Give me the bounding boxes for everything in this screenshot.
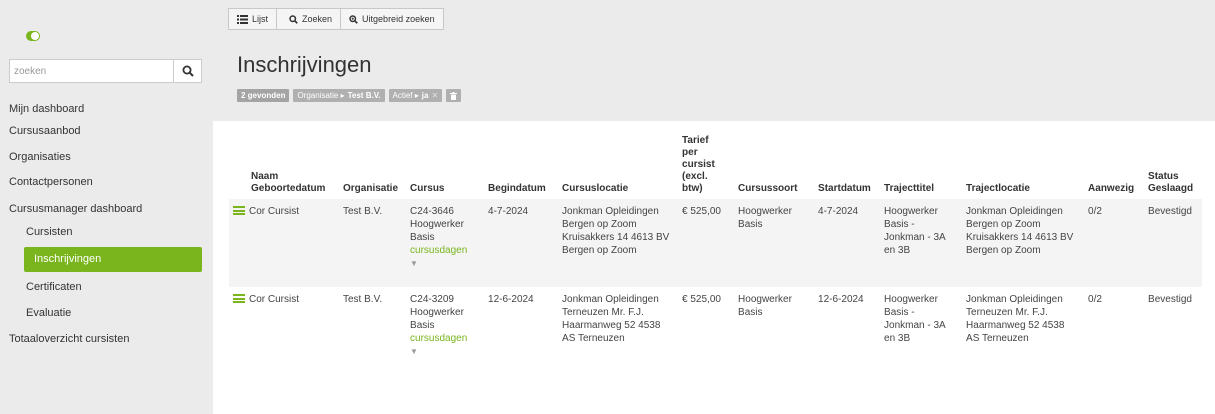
remove-filter-icon[interactable]: ✕ bbox=[431, 89, 438, 102]
status-cell: Bevestigd bbox=[1144, 199, 1203, 287]
caret-down-icon[interactable]: ▼ bbox=[410, 259, 418, 268]
sidebar-item-certificaten[interactable]: Certificaten bbox=[0, 275, 213, 300]
list-button[interactable]: Lijst bbox=[228, 8, 278, 30]
cursus-cell: C24-3209 Hoogwerker Basis cursusdagen ▼ bbox=[410, 294, 468, 356]
startdatum-cell: 4-7-2024 bbox=[814, 199, 881, 287]
sidebar-item-cursusmanager-dashboard[interactable]: Cursusmanager dashboard bbox=[0, 197, 213, 222]
cursuslocatie-cell: Jonkman Opleidingen Terneuzen Mr. F.J. H… bbox=[562, 294, 661, 344]
sidebar-item-cursusaanbod[interactable]: Cursusaanbod bbox=[0, 119, 213, 144]
sidebar-item-contactpersonen[interactable]: Contactpersonen bbox=[0, 170, 213, 195]
sidebar-nav: Mijn dashboard Cursusaanbod Organisaties… bbox=[0, 97, 213, 352]
cursussoort-cell: Hoogwerker Basis bbox=[734, 199, 815, 287]
col-cursus[interactable]: Cursus bbox=[406, 135, 484, 199]
caret-down-icon[interactable]: ▼ bbox=[410, 347, 418, 356]
sidebar-item-totaaloverzicht-cursisten[interactable]: Totaaloverzicht cursisten bbox=[0, 327, 213, 352]
sidebar-item-cursisten[interactable]: Cursisten bbox=[0, 220, 213, 245]
trajectlocatie-cell: Jonkman Opleidingen Bergen op Zoom Kruis… bbox=[962, 199, 1085, 287]
col-naam[interactable]: Naam Geboortedatum bbox=[229, 135, 339, 199]
col-aanwezig[interactable]: Aanwezig bbox=[1084, 135, 1144, 199]
col-tarief[interactable]: Tarief per cursist (excl. btw) bbox=[678, 135, 734, 199]
menu-icon[interactable] bbox=[233, 206, 245, 215]
aanwezig-cell: 0/2 bbox=[1088, 294, 1102, 305]
filter-organisatie[interactable]: Organisatie ▸ Test B.V. bbox=[293, 89, 385, 102]
filter-actief-key: Actief ▸ bbox=[392, 91, 419, 100]
cursusdagen-link[interactable]: cursusdagen bbox=[410, 333, 467, 344]
search-tab-button[interactable]: Zoeken bbox=[276, 8, 342, 30]
organisatie-cell: Test B.V. bbox=[343, 294, 383, 305]
sidebar-item-organisaties[interactable]: Organisaties bbox=[0, 145, 213, 170]
cursus-cell: C24-3646 Hoogwerker Basis cursusdagen ▼ bbox=[406, 199, 485, 287]
startdatum-cell: 12-6-2024 bbox=[818, 294, 864, 305]
trajecttitel-cell: Hoogwerker Basis - Jonkman - 3A en 3B bbox=[884, 294, 946, 344]
list-button-label: Lijst bbox=[252, 14, 269, 24]
naam-cell: Cor Cursist bbox=[249, 206, 300, 217]
toggle-icon[interactable] bbox=[26, 31, 40, 41]
col-cursuslocatie[interactable]: Cursuslocatie bbox=[558, 135, 678, 199]
col-status[interactable]: Status Geslaagd bbox=[1144, 135, 1202, 199]
begindatum-cell: 12-6-2024 bbox=[488, 294, 534, 305]
search-icon bbox=[289, 14, 298, 24]
sidebar-search bbox=[9, 59, 202, 83]
list-icon bbox=[237, 14, 248, 24]
enrollments-table: Naam Geboortedatum Organisatie Cursus Beg… bbox=[229, 135, 1203, 375]
col-organisatie[interactable]: Organisatie bbox=[339, 135, 406, 199]
cursuslocatie-cell: Jonkman Opleidingen Bergen op Zoom Kruis… bbox=[558, 199, 679, 287]
col-trajecttitel[interactable]: Trajecttitel bbox=[880, 135, 962, 199]
filter-organisatie-value: Test B.V. bbox=[347, 91, 381, 100]
results-panel: Naam Geboortedatum Organisatie Cursus Beg… bbox=[213, 121, 1215, 414]
advanced-search-button[interactable]: Uitgebreid zoeken bbox=[340, 8, 444, 30]
result-count-badge: 2 gevonden bbox=[237, 89, 290, 102]
trash-icon bbox=[450, 91, 458, 100]
filter-bar: 2 gevonden Organisatie ▸ Test B.V. Actie… bbox=[237, 89, 462, 102]
status-cell: Bevestigd bbox=[1148, 294, 1192, 305]
naam-cell: Cor Cursist bbox=[249, 294, 300, 305]
begindatum-cell: 4-7-2024 bbox=[484, 199, 559, 287]
sidebar: Mijn dashboard Cursusaanbod Organisaties… bbox=[0, 0, 213, 414]
cursussoort-cell: Hoogwerker Basis bbox=[738, 294, 792, 318]
search-icon bbox=[182, 65, 194, 77]
search-input[interactable] bbox=[10, 60, 173, 82]
filter-actief-value: ja bbox=[421, 91, 429, 100]
col-startdatum[interactable]: Startdatum bbox=[814, 135, 880, 199]
zoom-icon bbox=[349, 14, 358, 24]
advanced-search-label: Uitgebreid zoeken bbox=[362, 14, 435, 24]
table-row[interactable]: Cor Cursist Test B.V. C24-3646 Hoogwerker… bbox=[229, 199, 1203, 287]
table-row[interactable]: Cor Cursist Test B.V. C24-3209 Hoogwerker… bbox=[229, 287, 1202, 375]
filter-organisatie-key: Organisatie ▸ bbox=[297, 91, 345, 100]
sidebar-item-inschrijvingen[interactable]: Inschrijvingen bbox=[24, 247, 202, 272]
page-title: Inschrijvingen bbox=[237, 52, 372, 77]
clear-filters-button[interactable] bbox=[446, 89, 462, 102]
trajectlocatie-cell: Jonkman Opleidingen Terneuzen Mr. F.J. H… bbox=[966, 294, 1065, 344]
col-begindatum[interactable]: Begindatum bbox=[484, 135, 558, 199]
menu-icon[interactable] bbox=[233, 294, 245, 303]
toolbar: Lijst Zoeken Uitgebreid zoeken bbox=[228, 8, 444, 30]
search-button[interactable] bbox=[173, 60, 201, 82]
search-tab-label: Zoeken bbox=[302, 14, 333, 24]
organisatie-cell: Test B.V. bbox=[339, 199, 407, 287]
sidebar-item-evaluatie[interactable]: Evaluatie bbox=[0, 301, 213, 326]
tarief-cell: € 525,00 bbox=[678, 199, 735, 287]
col-cursussoort[interactable]: Cursussoort bbox=[734, 135, 814, 199]
trajecttitel-cell: Hoogwerker Basis - Jonkman - 3A en 3B bbox=[880, 199, 963, 287]
filter-actief[interactable]: Actief ▸ ja ✕ bbox=[388, 89, 443, 102]
aanwezig-cell: 0/2 bbox=[1084, 199, 1145, 287]
col-trajectlocatie[interactable]: Trajectlocatie bbox=[962, 135, 1084, 199]
cursusdagen-link[interactable]: cursusdagen bbox=[410, 245, 467, 256]
tarief-cell: € 525,00 bbox=[682, 294, 721, 305]
